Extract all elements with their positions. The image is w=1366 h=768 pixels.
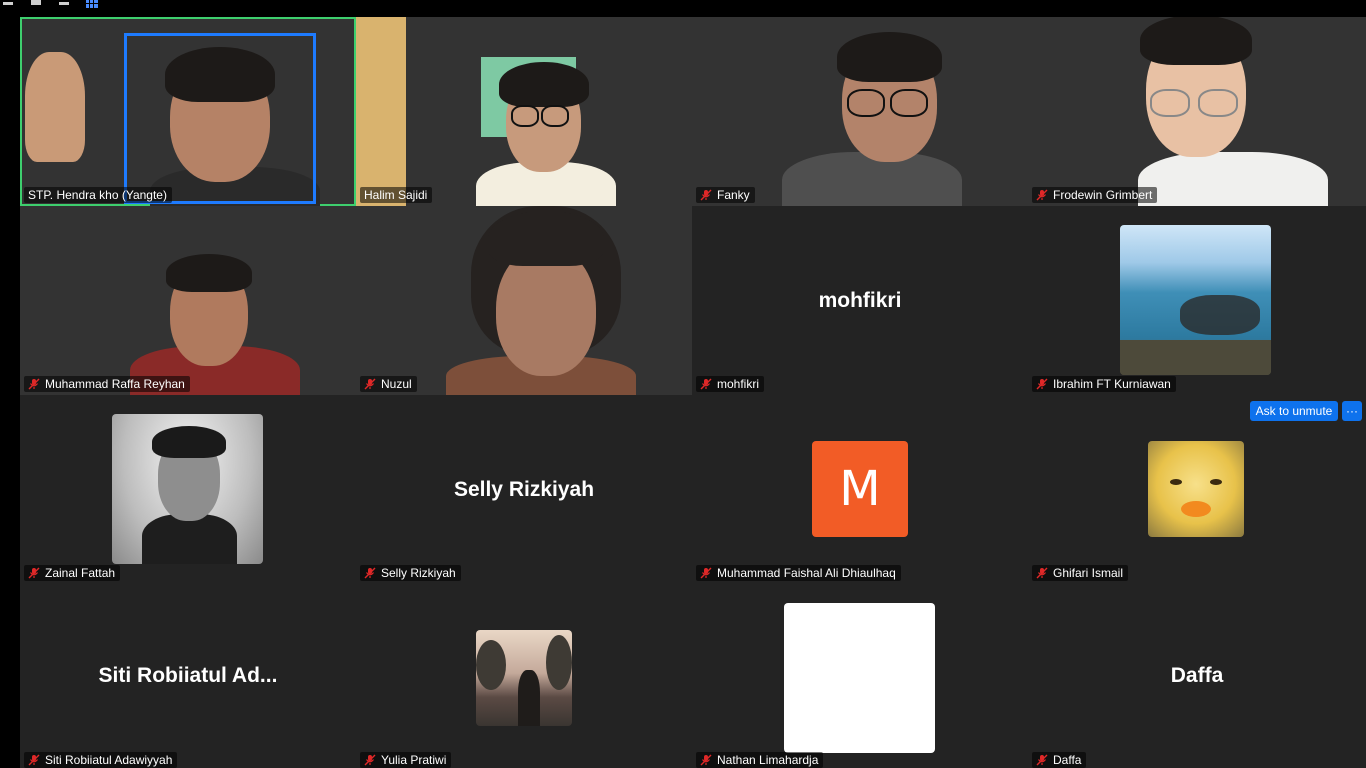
participant-name-tag: Muhammad Raffa Reyhan — [24, 376, 190, 392]
participant-tile[interactable]: Daffa Daffa — [1028, 584, 1366, 768]
participant-name: Fanky — [717, 188, 750, 202]
participant-name: Nathan Limahardja — [717, 753, 819, 767]
participant-name-tag: mohfikri — [696, 376, 765, 392]
participant-name: Siti Robiiatul Adawiyyah — [45, 753, 173, 767]
participant-tile[interactable]: M Muhammad Faishal Ali Dhiaulhaq — [692, 395, 1028, 584]
gallery-view-icon[interactable] — [86, 0, 98, 8]
participant-name: mohfikri — [717, 377, 760, 391]
participant-name: Selly Rizkiyah — [381, 566, 456, 580]
participant-name: STP. Hendra kho (Yangte) — [28, 188, 167, 202]
participant-avatar — [476, 630, 572, 726]
mic-muted-icon — [364, 378, 376, 390]
mic-muted-icon — [700, 567, 712, 579]
participant-tile[interactable]: Yulia Pratiwi — [356, 584, 692, 768]
gallery-grid: STP. Hendra kho (Yangte) Halim Sajidi Fa… — [20, 17, 1366, 768]
minimize-icon[interactable] — [59, 2, 69, 5]
participant-display-name: mohfikri — [818, 288, 902, 312]
mic-muted-icon — [28, 567, 40, 579]
mic-muted-icon — [1036, 754, 1048, 766]
avatar-initial: M — [839, 461, 881, 517]
participant-tile[interactable]: Fanky — [692, 17, 1028, 206]
mic-muted-icon — [364, 567, 376, 579]
participant-name-tag: Muhammad Faishal Ali Dhiaulhaq — [696, 565, 901, 581]
participant-tile[interactable]: Nuzul — [356, 206, 692, 395]
participant-name-tag: Nathan Limahardja — [696, 752, 824, 768]
participant-name-tag: Ghifari Ismail — [1032, 565, 1129, 581]
mic-muted-icon — [1036, 189, 1048, 201]
mic-muted-icon — [28, 378, 40, 390]
mic-muted-icon — [1036, 567, 1048, 579]
ask-to-unmute-button[interactable]: Ask to unmute — [1250, 401, 1338, 421]
participant-initial-avatar: M — [812, 441, 908, 537]
participant-name-tag: Halim Sajidi — [360, 187, 433, 203]
participant-tile[interactable]: Halim Sajidi — [356, 17, 692, 206]
participant-name-tag: Nuzul — [360, 376, 417, 392]
participant-name-tag: Frodewin Grimbert — [1032, 187, 1158, 203]
participant-tile[interactable]: STP. Hendra kho (Yangte) — [20, 17, 356, 206]
participant-tile[interactable]: Zainal Fattah — [20, 395, 356, 584]
participant-name: Ibrahim FT Kurniawan — [1053, 377, 1171, 391]
participant-avatar — [112, 414, 263, 564]
more-options-button[interactable]: ··· — [1342, 401, 1362, 421]
participant-name: Frodewin Grimbert — [1053, 188, 1153, 202]
mic-muted-icon — [700, 189, 712, 201]
participant-name-tag: Yulia Pratiwi — [360, 752, 452, 768]
participant-name: Zainal Fattah — [45, 566, 116, 580]
mic-muted-icon — [700, 378, 712, 390]
participant-name-tag: Daffa — [1032, 752, 1087, 768]
participant-display-name: Selly Rizkiyah — [453, 477, 595, 501]
participant-name-tag: Siti Robiiatul Adawiyyah — [24, 752, 178, 768]
minimize-icon[interactable] — [3, 2, 13, 5]
participant-avatar — [1148, 441, 1244, 537]
participant-display-name: Siti Robiiatul Ad... — [98, 664, 278, 687]
mic-muted-icon — [364, 754, 376, 766]
restore-icon[interactable] — [31, 0, 41, 5]
participant-name-tag: Selly Rizkiyah — [360, 565, 461, 581]
participant-name-tag: STP. Hendra kho (Yangte) — [24, 187, 172, 203]
window-toolbar — [0, 0, 1366, 16]
participant-tile[interactable]: Ibrahim FT Kurniawan — [1028, 206, 1366, 395]
participant-avatar — [1120, 225, 1271, 375]
participant-tile[interactable]: Ghifari Ismail — [1028, 395, 1366, 584]
participant-tile[interactable]: mohfikri mohfikri — [692, 206, 1028, 395]
mic-muted-icon — [28, 754, 40, 766]
participant-name: Ghifari Ismail — [1053, 566, 1124, 580]
participant-name: Nuzul — [381, 377, 412, 391]
participant-avatar — [784, 603, 935, 753]
participant-name: Halim Sajidi — [364, 188, 428, 202]
participant-display-name: Daffa — [1170, 664, 1224, 687]
participant-name: Yulia Pratiwi — [381, 753, 447, 767]
participant-name: Muhammad Raffa Reyhan — [45, 377, 185, 391]
mic-muted-icon — [1036, 378, 1048, 390]
participant-tile[interactable]: Frodewin Grimbert — [1028, 17, 1366, 206]
participant-tile[interactable]: Selly Rizkiyah Selly Rizkiyah — [356, 395, 692, 584]
participant-name: Daffa — [1053, 753, 1082, 767]
participant-name-tag: Zainal Fattah — [24, 565, 121, 581]
face-detection-box — [124, 33, 316, 204]
participant-tile[interactable]: Nathan Limahardja — [692, 584, 1028, 768]
participant-name: Muhammad Faishal Ali Dhiaulhaq — [717, 566, 896, 580]
mic-muted-icon — [700, 754, 712, 766]
participant-name-tag: Fanky — [696, 187, 755, 203]
participant-name-tag: Ibrahim FT Kurniawan — [1032, 376, 1176, 392]
participant-tile[interactable]: Siti Robiiatul Ad... Siti Robiiatul Adaw… — [20, 584, 356, 768]
participant-tile[interactable]: Muhammad Raffa Reyhan — [20, 206, 356, 395]
